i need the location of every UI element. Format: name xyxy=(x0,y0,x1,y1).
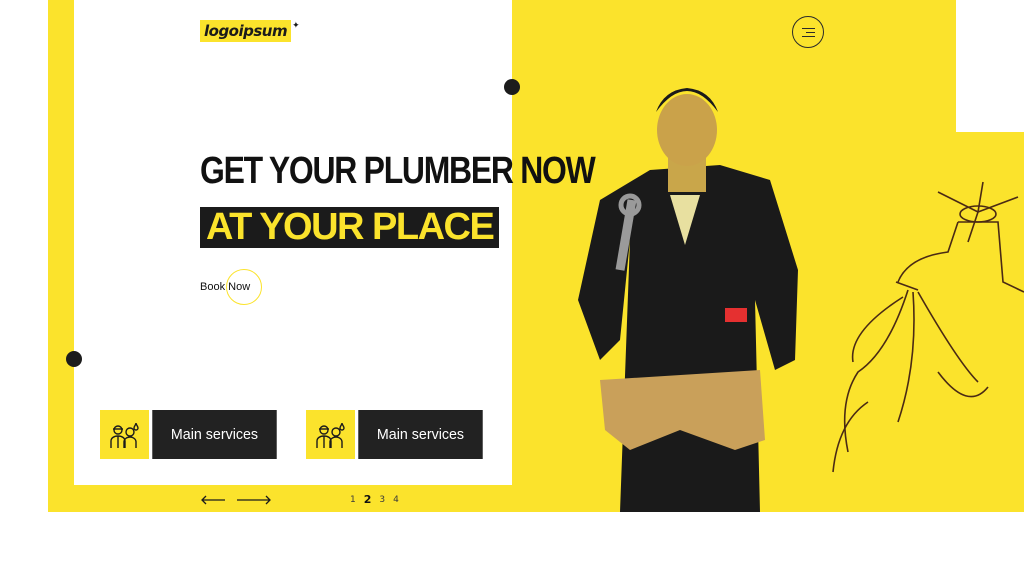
logo-text: logoipsum xyxy=(204,22,288,40)
sparkle-icon: ✦ xyxy=(292,21,300,31)
faucet-sketch xyxy=(832,181,1024,473)
page-number[interactable]: 4 xyxy=(393,494,399,506)
plumbers-icon xyxy=(100,410,149,459)
logo[interactable]: logoipsum ✦ xyxy=(200,20,300,42)
headline-line-2: AT YOUR PLACE xyxy=(206,206,495,248)
service-label: Main services xyxy=(152,410,277,459)
book-now-button[interactable]: Book Now xyxy=(200,281,250,293)
arrow-left-icon[interactable] xyxy=(200,494,226,506)
arrow-right-icon[interactable] xyxy=(236,494,272,506)
plumbers-icon xyxy=(306,410,355,459)
slide-pagination: 1 2 3 4 xyxy=(350,494,399,506)
service-card[interactable]: Main services xyxy=(306,410,486,459)
headline-highlight: AT YOUR PLACE xyxy=(200,206,500,248)
page-number-active[interactable]: 2 xyxy=(364,494,372,506)
top-right-notch xyxy=(956,0,1024,132)
decorative-dot xyxy=(66,351,82,367)
service-card[interactable]: Main services xyxy=(100,410,280,459)
headline-line-1: GET YOUR PLUMBER NOW xyxy=(200,150,596,192)
plumber-photo xyxy=(578,88,798,512)
page-number[interactable]: 3 xyxy=(379,494,385,506)
decorative-dot xyxy=(504,79,520,95)
hamburger-menu-icon[interactable] xyxy=(792,16,824,48)
service-label: Main services xyxy=(358,410,483,459)
page-number[interactable]: 1 xyxy=(350,494,356,506)
